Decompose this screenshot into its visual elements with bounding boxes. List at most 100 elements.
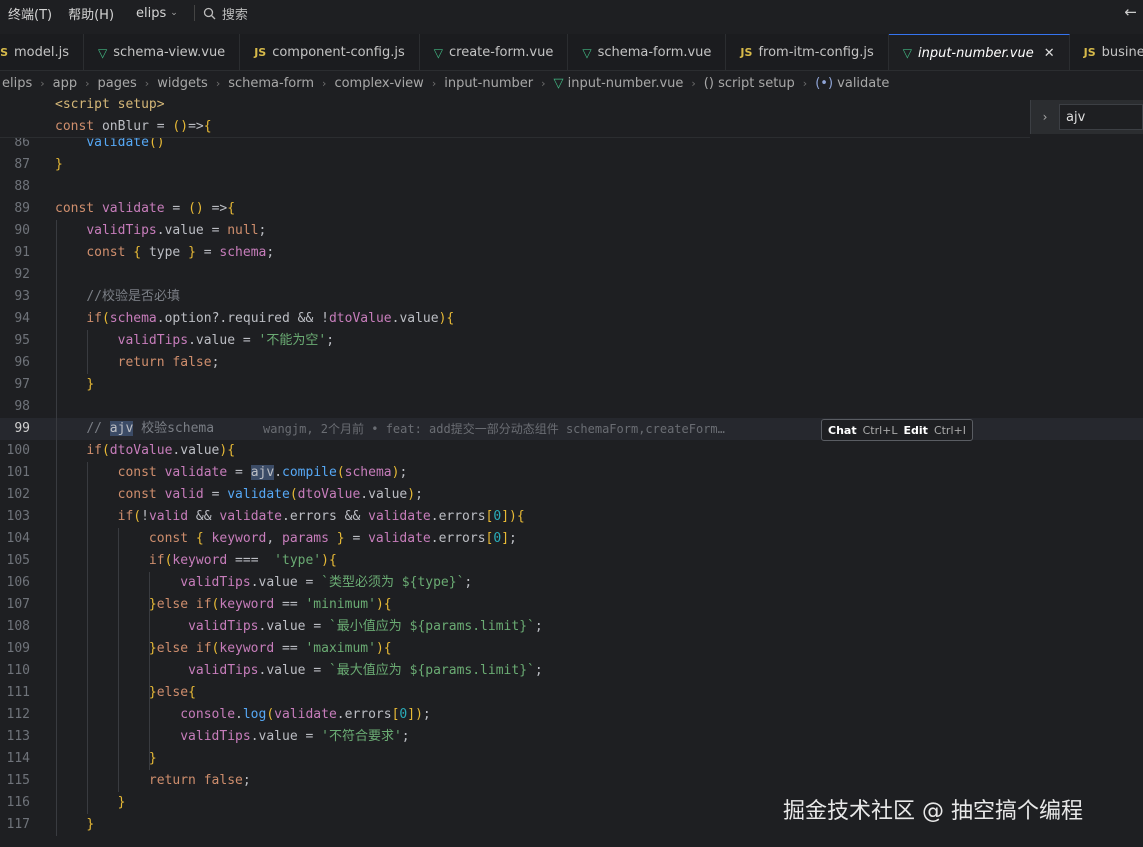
breadcrumb-item[interactable]: input-number (442, 76, 535, 91)
code-token: ; (534, 663, 543, 678)
code-line[interactable]: 101 const validate = ajv.compile(schema)… (0, 462, 1143, 484)
code-line[interactable]: 103 if(!valid && validate.errors && vali… (0, 506, 1143, 528)
vue-file-icon: ▽ (98, 45, 108, 60)
code-text: if(schema.option?.required && !dtoValue.… (55, 308, 454, 330)
code-keyword: if (195, 597, 212, 612)
code-line[interactable]: 87} (0, 154, 1143, 176)
code-line[interactable]: 108 validTips.value = `最小值应为 ${params.li… (0, 616, 1143, 638)
code-line[interactable]: 115 return false; (0, 770, 1143, 792)
code-line[interactable]: 94 if(schema.option?.required && !dtoVal… (0, 308, 1143, 330)
expand-replace-icon[interactable]: › (1031, 110, 1059, 124)
sticky-line-onblur[interactable]: const onBlur = ()=>{ (55, 116, 212, 138)
search-box[interactable]: 搜索 (203, 4, 248, 23)
tab-business-js[interactable]: JS business.js (1070, 34, 1143, 70)
code-line[interactable]: 105 if(keyword === 'type'){ (0, 550, 1143, 572)
sticky-line-script[interactable]: <script setup> (55, 94, 165, 116)
code-line[interactable]: 98 (0, 396, 1143, 418)
chevron-right-icon: › (40, 76, 45, 90)
line-number: 102 (6, 487, 30, 502)
menu-terminal[interactable]: 终端(T) (0, 4, 60, 23)
code-token: = (235, 465, 243, 480)
code-property: errors (344, 707, 392, 722)
code-editor[interactable]: <script setup> const onBlur = ()=>{ 86 v… (0, 94, 1143, 847)
code-line[interactable]: 104 const { keyword, params } = validate… (0, 528, 1143, 550)
code-line[interactable]: 112 console.log(validate.errors[0]); (0, 704, 1143, 726)
tab-schema-form-vue[interactable]: ▽ schema-form.vue (568, 34, 727, 70)
breadcrumb-item[interactable]: ▽ input-number.vue (552, 76, 686, 91)
code-bracket: { (328, 553, 337, 568)
find-input[interactable]: ajv (1059, 104, 1143, 130)
code-text: const { keyword, params } = validate.err… (55, 528, 517, 550)
code-line[interactable]: 91 const { type } = schema; (0, 242, 1143, 264)
back-arrow-icon[interactable]: ← (1124, 3, 1137, 21)
code-bracket: { (203, 119, 212, 134)
code-identifier: dtoValue (109, 443, 173, 458)
menu-help[interactable]: 帮助(H) (60, 4, 122, 23)
code-bracket: { (383, 641, 392, 656)
code-string: '不能为空' (258, 333, 327, 348)
code-line[interactable]: 89 const validate = () =>{ (0, 198, 1143, 220)
line-number: 111 (6, 685, 30, 700)
code-line[interactable]: 100 if(dtoValue.value){ (0, 440, 1143, 462)
code-line[interactable]: 102 const valid = validate(dtoValue.valu… (0, 484, 1143, 506)
breadcrumb-label: complex-view (334, 75, 424, 91)
breadcrumb-item[interactable]: () script setup (702, 76, 797, 91)
breadcrumb-item[interactable]: app (51, 76, 79, 91)
tab-schema-view-vue[interactable]: ▽ schema-view.vue (84, 34, 241, 70)
code-line[interactable]: 114 } (0, 748, 1143, 770)
breadcrumb-item[interactable]: pages (96, 76, 139, 91)
code-line[interactable]: 95 validTips.value = '不能为空'; (0, 330, 1143, 352)
code-line[interactable]: 93 //校验是否必填 (0, 286, 1143, 308)
code-token: ; (266, 245, 275, 260)
breadcrumb-item[interactable]: elips (0, 76, 34, 91)
vue-file-icon: ▽ (433, 45, 443, 60)
code-keyword: const (55, 201, 95, 216)
code-line[interactable]: 106 validTips.value = `类型必须为 ${type}`; (0, 572, 1143, 594)
breadcrumb-item[interactable]: (•) validate (813, 76, 891, 91)
tab-label: schema-form.vue (597, 45, 712, 60)
edit-label[interactable]: Edit (904, 424, 928, 437)
code-line[interactable]: 97 } (0, 374, 1143, 396)
breadcrumb-item[interactable]: complex-view (332, 76, 425, 91)
code-line[interactable]: 88 (0, 176, 1143, 198)
code-line[interactable]: 90 validTips.value = null; (0, 220, 1143, 242)
code-line[interactable]: 96 return false; (0, 352, 1143, 374)
code-line[interactable]: 110 validTips.value = `最大值应为 ${params.li… (0, 660, 1143, 682)
tab-create-form-vue[interactable]: ▽ create-form.vue (420, 34, 569, 70)
line-number: 110 (6, 663, 30, 678)
inline-chat-hint[interactable]: Chat Ctrl+L Edit Ctrl+I (821, 419, 973, 441)
code-line[interactable]: 111 }else{ (0, 682, 1143, 704)
code-text: validTips.value = null; (55, 220, 266, 242)
code-keyword: null (227, 223, 259, 238)
code-bracket: } (117, 795, 126, 810)
close-icon[interactable]: ✕ (1044, 46, 1055, 61)
chat-label[interactable]: Chat (828, 424, 857, 437)
code-line[interactable]: 92 (0, 264, 1143, 286)
breadcrumb-item[interactable]: widgets (155, 76, 210, 91)
sticky-scroll[interactable]: <script setup> const onBlur = ()=>{ (0, 94, 1030, 138)
tab-from-itm-config-js[interactable]: JS from-itm-config.js (726, 34, 889, 70)
code-keyword: if (86, 311, 102, 326)
tab-label: create-form.vue (448, 45, 554, 60)
code-line[interactable]: 107 }else if(keyword == 'minimum'){ (0, 594, 1143, 616)
code-line[interactable]: 109 }else if(keyword == 'maximum'){ (0, 638, 1143, 660)
line-number: 106 (6, 575, 30, 590)
tab-input-number-vue[interactable]: ▽ input-number.vue ✕ (888, 34, 1070, 70)
code-token: . (250, 729, 259, 744)
code-identifier: validTips (180, 729, 251, 744)
code-line[interactable]: 113 validTips.value = '不符合要求'; (0, 726, 1143, 748)
indent-guide (118, 528, 119, 792)
project-switcher[interactable]: elips ⌄ (128, 6, 186, 21)
tab-component-config-js[interactable]: JS component-config.js (240, 34, 420, 70)
code-token: . (282, 509, 290, 524)
code-keyword: false (172, 355, 212, 370)
tab-model-js[interactable]: JS model.js (0, 34, 85, 70)
breadcrumb-item[interactable]: schema-form (226, 76, 316, 91)
